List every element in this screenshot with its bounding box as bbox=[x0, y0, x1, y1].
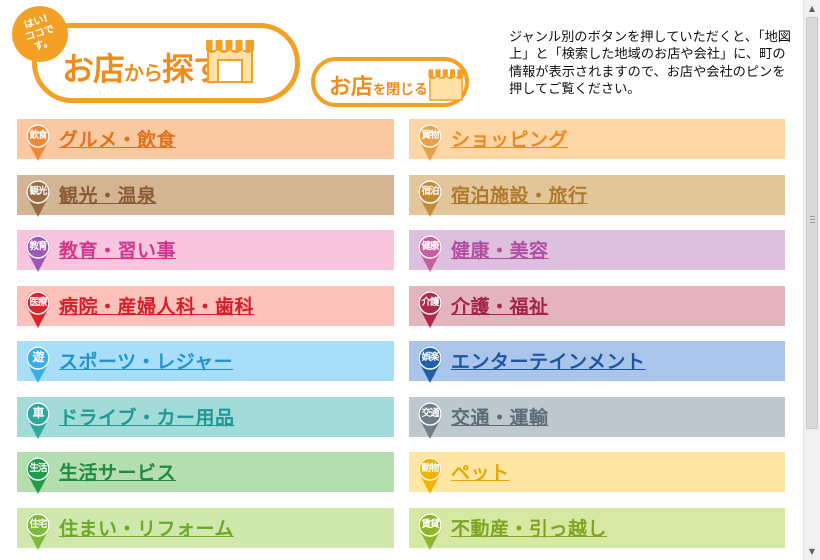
pin-category-text: 医療 bbox=[29, 297, 47, 308]
map-pin-icon: 娯楽 bbox=[416, 344, 444, 384]
close-shops-button[interactable]: お店を閉じる! bbox=[311, 57, 469, 107]
pin-category-text: 車 bbox=[32, 406, 44, 420]
genre-button[interactable]: 遊 スポーツ・レジャー bbox=[17, 341, 394, 384]
genre-button[interactable]: 動物 ペット bbox=[409, 452, 785, 495]
genre-label[interactable]: 不動産・引っ越し bbox=[451, 514, 607, 541]
map-pin-icon: 観光 bbox=[24, 178, 52, 218]
genre-label[interactable]: グルメ・飲食 bbox=[59, 125, 176, 152]
genre-label[interactable]: 住まい・リフォーム bbox=[59, 514, 234, 541]
title-shop-text: お店 bbox=[62, 50, 125, 88]
pin-category-text: 動物 bbox=[421, 463, 439, 474]
genre-label[interactable]: スポーツ・レジャー bbox=[59, 347, 233, 374]
genre-label[interactable]: 教育・習い事 bbox=[59, 236, 176, 263]
genre-label[interactable]: 介護・福祉 bbox=[451, 292, 549, 319]
genre-label[interactable]: 観光・温泉 bbox=[59, 181, 157, 208]
scroll-up-arrow-icon[interactable]: ▲ bbox=[804, 0, 820, 17]
map-pin-icon: 車 bbox=[24, 400, 52, 440]
genre-label[interactable]: 交通・運輸 bbox=[451, 403, 549, 430]
search-shops-logo[interactable]: はい! ココです。 お店から探す! bbox=[4, 0, 304, 110]
map-pin-icon: 動物 bbox=[416, 455, 444, 495]
instructions-text: ジャンル別のボタンを押していただくと、「地図上」と「検索した地域のお店や会社」に… bbox=[509, 30, 791, 98]
shop-awning-small-icon bbox=[428, 69, 464, 101]
pin-category-text: 住宅 bbox=[29, 519, 47, 530]
genre-button[interactable]: 教育 教育・習い事 bbox=[17, 230, 394, 273]
genre-button[interactable]: 健康 健康・美容 bbox=[409, 230, 785, 273]
pin-category-text: 飲食 bbox=[29, 130, 47, 141]
genre-button[interactable]: 車 ドライブ・カー用品 bbox=[17, 397, 394, 440]
genre-label[interactable]: ペット bbox=[451, 458, 510, 485]
shop-awning-icon bbox=[206, 40, 254, 83]
map-pin-icon: 遊 bbox=[24, 344, 52, 384]
close-shop-text: お店 bbox=[329, 75, 374, 100]
pin-category-text: 健康 bbox=[421, 241, 439, 252]
genre-button[interactable]: 観光 観光・温泉 bbox=[17, 175, 394, 218]
genre-label[interactable]: 健康・美容 bbox=[451, 236, 549, 263]
genre-button[interactable]: 住宅 住まい・リフォーム bbox=[17, 508, 394, 551]
title-from-text: から bbox=[124, 61, 163, 85]
scroll-down-arrow-icon[interactable]: ▼ bbox=[804, 543, 820, 560]
genre-button[interactable]: 介護 介護・福祉 bbox=[409, 286, 785, 329]
map-pin-icon: 賃貸 bbox=[416, 511, 444, 551]
genre-button[interactable]: 賃貸 不動産・引っ越し bbox=[409, 508, 785, 551]
map-pin-icon: 買物 bbox=[416, 122, 444, 162]
genre-button[interactable]: 生活 生活サービス bbox=[17, 452, 394, 495]
genre-button[interactable]: 交通 交通・運輸 bbox=[409, 397, 785, 440]
genre-button[interactable]: 医療 病院・産婦人科・歯科 bbox=[17, 286, 394, 329]
map-pin-icon: 教育 bbox=[24, 233, 52, 273]
pin-category-text: 観光 bbox=[29, 186, 47, 197]
pin-category-text: 遊 bbox=[32, 350, 44, 364]
map-pin-icon: 生活 bbox=[24, 455, 52, 495]
pin-category-text: 交通 bbox=[421, 408, 439, 419]
close-particle-text: を bbox=[373, 83, 387, 98]
genre-label[interactable]: ショッピング bbox=[451, 125, 568, 152]
genre-label[interactable]: 病院・産婦人科・歯科 bbox=[59, 292, 254, 319]
scrollbar-grip bbox=[810, 222, 815, 223]
close-shops-label: お店を閉じる! bbox=[329, 69, 434, 101]
map-pin-icon: 飲食 bbox=[24, 122, 52, 162]
pin-category-text: 介護 bbox=[421, 297, 439, 308]
map-pin-icon: 交通 bbox=[416, 400, 444, 440]
map-pin-icon: 健康 bbox=[416, 233, 444, 273]
scrollbar-grip bbox=[810, 216, 815, 217]
genre-button[interactable]: 飲食 グルメ・飲食 bbox=[17, 119, 394, 162]
map-pin-icon: 住宅 bbox=[24, 511, 52, 551]
map-pin-icon: 介護 bbox=[416, 289, 444, 329]
vertical-scrollbar[interactable]: ▲ ▼ bbox=[803, 0, 820, 560]
pin-category-text: 生活 bbox=[29, 463, 47, 474]
genre-button[interactable]: 娯楽 エンターテインメント bbox=[409, 341, 785, 384]
scrollbar-thumb[interactable] bbox=[806, 17, 818, 429]
pin-category-text: 娯楽 bbox=[421, 352, 439, 363]
scrollbar-grip bbox=[810, 219, 815, 220]
pin-category-text: 賃貸 bbox=[421, 519, 439, 530]
genre-label[interactable]: エンターテインメント bbox=[451, 347, 645, 374]
pin-category-text: 教育 bbox=[29, 241, 47, 252]
genre-button[interactable]: 宿泊 宿泊施設・旅行 bbox=[409, 175, 785, 218]
pin-category-text: 宿泊 bbox=[421, 186, 439, 197]
genre-label[interactable]: 生活サービス bbox=[59, 458, 176, 485]
pin-category-text: 買物 bbox=[421, 130, 439, 141]
map-pin-icon: 医療 bbox=[24, 289, 52, 329]
map-pin-icon: 宿泊 bbox=[416, 178, 444, 218]
genre-label[interactable]: ドライブ・カー用品 bbox=[59, 403, 235, 430]
genre-button[interactable]: 買物 ショッピング bbox=[409, 119, 785, 162]
genre-label[interactable]: 宿泊施設・旅行 bbox=[451, 181, 588, 208]
